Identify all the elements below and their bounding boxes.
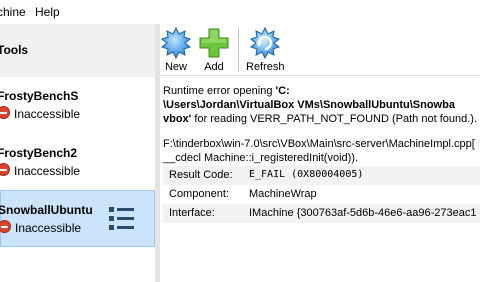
- error-location-line2: __cdecl Machine::i_registeredInit(void))…: [163, 152, 359, 164]
- error-details: Runtime error opening 'C: \Users\Jordan\…: [160, 76, 480, 282]
- main-pane: New Add Refresh Runtime error opening 'C…: [160, 24, 480, 282]
- error-icon: [0, 220, 11, 233]
- refresh-label: Refresh: [246, 61, 285, 73]
- details-key: Interface:: [169, 207, 215, 219]
- refresh-icon: [249, 26, 281, 60]
- refresh-button[interactable]: Refresh: [246, 26, 285, 73]
- details-row-interface: Interface: IMachine {300763af-5d6b-46e6-…: [163, 204, 480, 223]
- error-path-part3: vbox': [163, 113, 192, 125]
- menu-help[interactable]: Help: [35, 5, 60, 19]
- add-label: Add: [204, 61, 224, 73]
- vm-details-menu-icon[interactable]: [109, 206, 135, 230]
- add-button[interactable]: Add: [198, 26, 230, 73]
- error-icon: [0, 163, 10, 176]
- tools-label: Tools: [0, 43, 29, 57]
- error-location: F:\tinderbox\win-7.0\src\VBox\Main\src-s…: [163, 137, 475, 165]
- vm-status: Inaccessible: [15, 221, 82, 235]
- details-row-component: Component: MachineWrap: [163, 185, 480, 204]
- toolbar-separator: [238, 28, 239, 72]
- details-value: MachineWrap: [249, 188, 317, 200]
- toolbar: New Add Refresh: [160, 24, 480, 76]
- vm-item-snowballubuntu[interactable]: SnowballUbuntu Inaccessible: [0, 190, 155, 247]
- vm-list: FrostyBenchS Inaccessible FrostyBench2 I…: [0, 77, 155, 282]
- vm-item-frostybench2[interactable]: FrostyBench2 Inaccessible: [0, 134, 155, 191]
- error-path-part1: 'C:: [275, 85, 290, 97]
- details-key: Result Code:: [169, 169, 233, 181]
- vm-name: FrostyBenchS: [0, 89, 79, 103]
- new-icon: [160, 26, 192, 60]
- tools-item[interactable]: Tools: [0, 24, 155, 77]
- error-message: Runtime error opening 'C: \Users\Jordan\…: [163, 84, 480, 126]
- new-button[interactable]: New: [160, 26, 192, 73]
- error-prefix: Runtime error opening: [163, 85, 276, 97]
- menu-bar: chine Help: [0, 0, 480, 24]
- error-suffix: for reading VERR_PATH_NOT_FOUND (Path no…: [191, 113, 477, 125]
- vm-sidebar: Tools FrostyBenchS Inaccessible FrostyBe…: [0, 24, 155, 282]
- menu-machine[interactable]: chine: [0, 5, 26, 19]
- details-value: IMachine {300763af-5d6b-46e6-aa96-273eac…: [249, 207, 477, 219]
- vm-item-frostybenchs[interactable]: FrostyBenchS Inaccessible: [0, 77, 155, 134]
- details-key: Component:: [169, 188, 229, 200]
- new-label: New: [164, 61, 187, 73]
- details-value: E_FAIL (0X80004005): [249, 169, 364, 180]
- vm-status: Inaccessible: [14, 164, 81, 178]
- vm-name: SnowballUbuntu: [0, 203, 93, 217]
- add-icon: [199, 28, 229, 58]
- error-location-line1: F:\tinderbox\win-7.0\src\VBox\Main\src-s…: [163, 138, 475, 150]
- error-icon: [0, 106, 10, 119]
- error-path-part2: \Users\Jordan\VirtualBox VMs\SnowballUbu…: [163, 99, 455, 111]
- details-row-result-code: Result Code: E_FAIL (0X80004005): [163, 166, 480, 185]
- vm-status: Inaccessible: [14, 107, 81, 121]
- vm-name: FrostyBench2: [0, 146, 78, 160]
